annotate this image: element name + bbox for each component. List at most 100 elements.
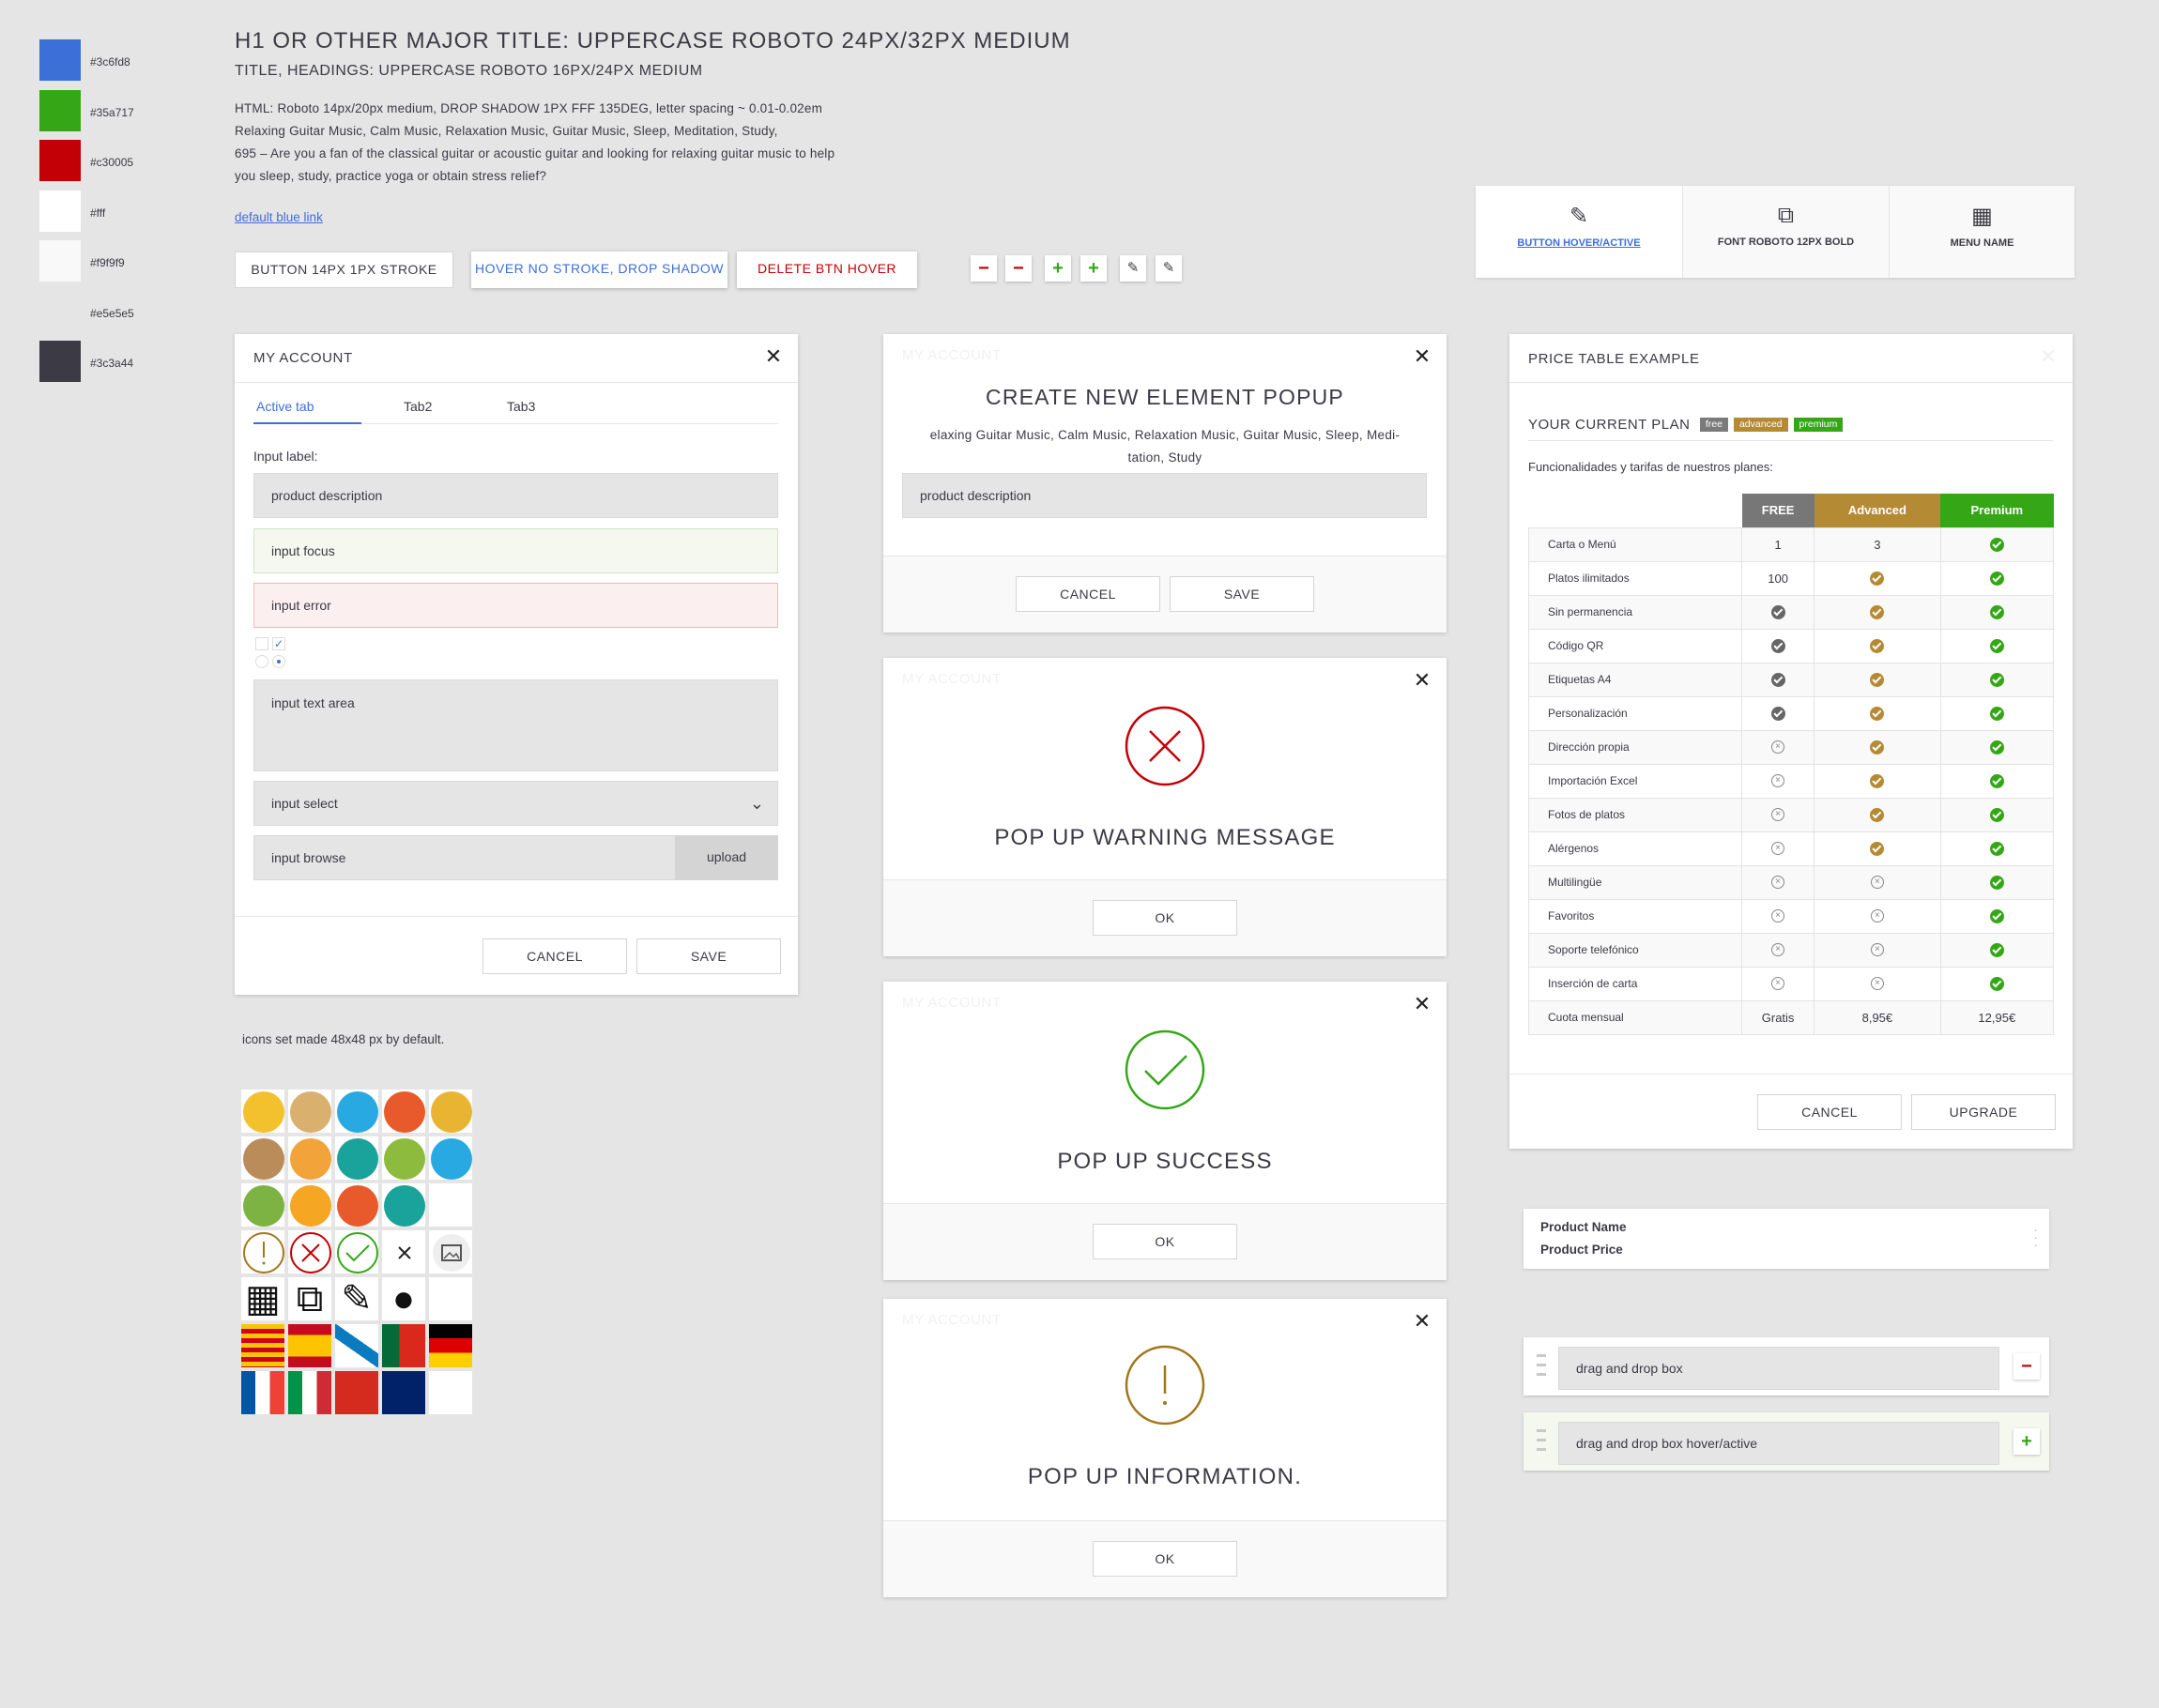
body-line: you sleep, study, practice yoga or obtai… bbox=[235, 169, 547, 183]
check-cell bbox=[1814, 763, 1941, 799]
check-circle-icon bbox=[1770, 638, 1785, 653]
account-dialog: MY ACCOUNT ✕ Active tab Tab2 Tab3 Input … bbox=[235, 334, 798, 995]
text-area[interactable]: input text area bbox=[253, 679, 778, 771]
close-icon[interactable]: ✕ bbox=[764, 346, 783, 367]
menu-item-font[interactable]: ⧉ FONT ROBOTO 12PX BOLD bbox=[1682, 186, 1889, 278]
menu-item-name[interactable]: ▦ MENU NAME bbox=[1889, 186, 2075, 278]
close-icon[interactable]: ✕ bbox=[1413, 1311, 1432, 1332]
value-cell: 12,95€ bbox=[1939, 999, 2055, 1035]
drag-handle-icon[interactable] bbox=[1537, 1354, 1546, 1379]
description-input[interactable]: product description bbox=[253, 473, 778, 518]
price-table-card: PRICE TABLE EXAMPLE ✕ YOUR CURRENT PLAN … bbox=[1509, 334, 2073, 1149]
browse-input[interactable]: input browse upload bbox=[253, 835, 778, 880]
user-icon: ● bbox=[381, 1276, 426, 1321]
check-cell bbox=[1814, 695, 1941, 731]
error-input[interactable]: input error bbox=[253, 583, 778, 628]
drag-drop-label: drag and drop box hover/active bbox=[1558, 1422, 1999, 1465]
upload-button[interactable]: upload bbox=[675, 835, 778, 880]
add-button[interactable]: + bbox=[2014, 1428, 2040, 1455]
input-label: Input label: bbox=[253, 449, 318, 464]
select-input[interactable]: input select ⌄ bbox=[253, 781, 778, 826]
table-row: Cuota mensual Gratis 8,95€ 12,95€ bbox=[1528, 999, 2055, 1035]
drag-handle-icon[interactable] bbox=[1537, 1429, 1546, 1454]
description-input[interactable]: product description bbox=[902, 473, 1427, 518]
ok-button[interactable]: OK bbox=[1093, 1541, 1237, 1577]
color-label: #3c3a44 bbox=[90, 357, 134, 370]
color-label: #3c6fd8 bbox=[90, 55, 130, 69]
feature-cell: Personalización bbox=[1528, 695, 1742, 731]
edit-button[interactable]: ✎ bbox=[1156, 255, 1182, 282]
check-circle-icon bbox=[1870, 706, 1885, 721]
drag-drop-box[interactable]: drag and drop box − bbox=[1524, 1337, 2049, 1395]
feature-cell: Inserción de carta bbox=[1528, 966, 1742, 1001]
plus-button[interactable]: + bbox=[1045, 255, 1071, 282]
portugal-flag-icon bbox=[381, 1323, 426, 1368]
empty bbox=[428, 1276, 473, 1321]
table-row: Código QR bbox=[1528, 628, 2055, 663]
chevron-down-icon: ⌄ bbox=[749, 794, 764, 813]
empty bbox=[428, 1370, 473, 1415]
ok-button[interactable]: OK bbox=[1093, 1224, 1237, 1259]
close-icon[interactable]: ✕ bbox=[1413, 994, 1432, 1014]
upgrade-button[interactable]: UPGRADE bbox=[1911, 1094, 2056, 1130]
minus-button[interactable]: − bbox=[1005, 255, 1032, 282]
save-button[interactable]: SAVE bbox=[636, 938, 781, 974]
success-circle-icon bbox=[1125, 1029, 1205, 1110]
feature-cell: Código QR bbox=[1528, 628, 1742, 663]
menu-item-label: FONT ROBOTO 12PX BOLD bbox=[1717, 236, 1855, 248]
plan-column-header: FREE bbox=[1741, 494, 1814, 527]
h1-sample: H1 OR OTHER MAJOR TITLE: UPPERCASE ROBOT… bbox=[235, 28, 1071, 53]
nuts-icon bbox=[240, 1136, 285, 1181]
menu-item-active[interactable]: ✎ BUTTON HOVER/ACTIVE bbox=[1476, 186, 1682, 278]
close-icon[interactable]: ✕ bbox=[1413, 346, 1432, 367]
milk-icon bbox=[334, 1089, 379, 1134]
check-cell bbox=[1814, 628, 1941, 663]
radio-unchecked[interactable] bbox=[255, 655, 268, 668]
egg-icon-circle bbox=[290, 1185, 331, 1227]
x-circle-icon: × bbox=[1771, 740, 1785, 755]
ghost-title: MY ACCOUNT bbox=[902, 995, 1002, 1011]
plus-button[interactable]: + bbox=[1080, 255, 1107, 282]
close-icon[interactable]: ✕ bbox=[2039, 346, 2058, 367]
check-circle-icon bbox=[1989, 740, 2004, 755]
x-circle-icon: × bbox=[1771, 943, 1785, 957]
focus-input[interactable]: input focus bbox=[253, 528, 778, 573]
stroke-button[interactable]: BUTTON 14PX 1PX STROKE bbox=[235, 252, 453, 288]
mustard-icon bbox=[428, 1089, 473, 1134]
cancel-button[interactable]: CANCEL bbox=[1757, 1094, 1902, 1130]
check-circle-icon bbox=[1989, 706, 2004, 721]
checkbox-unchecked[interactable] bbox=[255, 637, 268, 650]
x-circle-icon: × bbox=[1870, 876, 1884, 890]
cancel-button[interactable]: CANCEL bbox=[1016, 576, 1160, 612]
check-circle-icon bbox=[1989, 773, 2004, 788]
icon-grid: ▦ ⧉ ✎ ● bbox=[240, 1089, 475, 1417]
minus-button[interactable]: − bbox=[971, 255, 997, 282]
radio-checked[interactable] bbox=[272, 655, 285, 668]
close-icon[interactable]: ✕ bbox=[1413, 670, 1432, 691]
header-empty bbox=[1529, 494, 1742, 527]
product-card[interactable]: Product Name Product Price · · · bbox=[1524, 1209, 2049, 1269]
x-cell: × bbox=[1740, 831, 1815, 866]
delete-button[interactable]: DELETE BTN HOVER bbox=[737, 252, 917, 288]
default-link[interactable]: default blue link bbox=[235, 210, 323, 224]
feature-cell: Carta o Menú bbox=[1528, 526, 1742, 562]
select-value: input select bbox=[271, 796, 338, 811]
check-cell bbox=[1939, 932, 2055, 968]
drag-drop-box-active[interactable]: drag and drop box hover/active + bbox=[1524, 1412, 2049, 1471]
remove-button[interactable]: − bbox=[2014, 1353, 2040, 1380]
tab-3[interactable]: Tab3 bbox=[507, 396, 535, 417]
ok-button[interactable]: OK bbox=[1093, 900, 1237, 936]
cancel-button[interactable]: CANCEL bbox=[482, 938, 627, 974]
kebab-menu-icon[interactable]: · · · bbox=[2033, 1223, 2038, 1251]
hover-button[interactable]: HOVER NO STROKE, DROP SHADOW bbox=[471, 252, 727, 288]
value-cell: 3 bbox=[1814, 526, 1941, 562]
tab-active[interactable]: Active tab bbox=[253, 396, 361, 424]
plan-badge: free bbox=[1699, 418, 1728, 433]
checkbox-checked[interactable]: ✓ bbox=[272, 637, 285, 650]
edit-button[interactable]: ✎ bbox=[1120, 255, 1146, 282]
tab-2[interactable]: Tab2 bbox=[404, 396, 432, 417]
save-button[interactable]: SAVE bbox=[1170, 576, 1314, 612]
body-line: Relaxing Guitar Music, Calm Music, Relax… bbox=[235, 124, 778, 138]
table-row: Carta o Menú 1 3 bbox=[1528, 526, 2055, 562]
check-cell bbox=[1814, 560, 1941, 596]
